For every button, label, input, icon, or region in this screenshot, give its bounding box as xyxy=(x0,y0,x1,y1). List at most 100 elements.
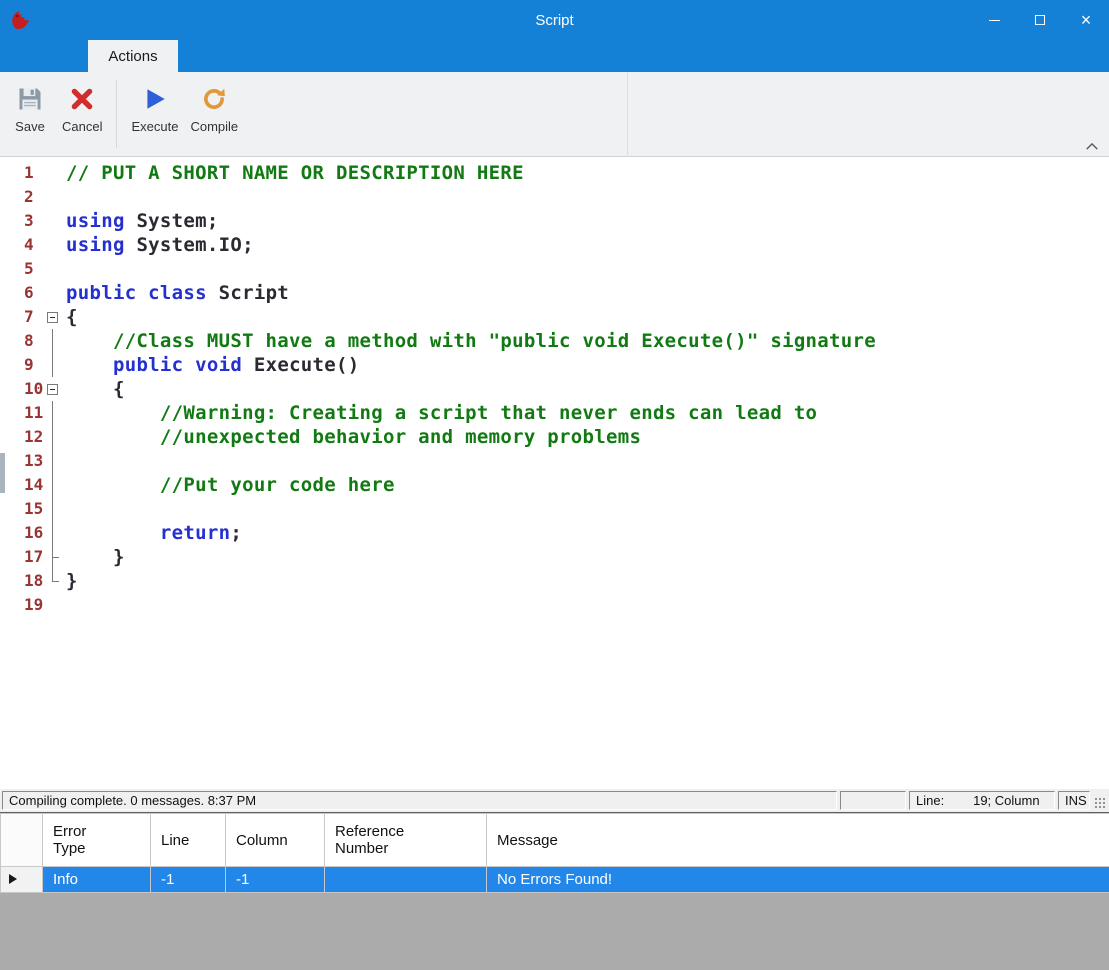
fold-margin xyxy=(44,401,62,425)
ribbon-group-separator xyxy=(627,72,628,155)
compile-button[interactable]: Compile xyxy=(184,72,244,156)
tab-actions[interactable]: Actions xyxy=(88,40,178,72)
code-text: public void Execute() xyxy=(62,353,360,377)
code-line[interactable]: 3 using System; xyxy=(0,209,1109,233)
code-line[interactable]: 9 public void Execute() xyxy=(0,353,1109,377)
code-line[interactable]: 15 xyxy=(0,497,1109,521)
code-line[interactable]: 10 { xyxy=(0,377,1109,401)
code-line[interactable]: 4using System.IO; xyxy=(0,233,1109,257)
line-number: 4 xyxy=(0,233,44,257)
line-number: 5 xyxy=(0,257,44,281)
grid-cell[interactable]: -1 xyxy=(226,867,325,893)
status-line-column: Line: 19; Column xyxy=(909,791,1055,810)
grid-header-cell[interactable]: Line xyxy=(151,814,226,867)
line-number: 7 xyxy=(0,305,44,329)
line-number: 3 xyxy=(0,209,44,233)
line-number: 8 xyxy=(0,329,44,353)
code-line[interactable]: 2 xyxy=(0,185,1109,209)
red-x-icon xyxy=(67,84,97,114)
fold-margin xyxy=(44,569,62,593)
fold-margin xyxy=(44,233,62,257)
code-text: } xyxy=(62,545,125,569)
caption-buttons: × xyxy=(971,0,1109,40)
code-editor[interactable]: 1// PUT A SHORT NAME OR DESCRIPTION HERE… xyxy=(0,157,1109,789)
grid-header-cell[interactable]: Message xyxy=(487,814,1109,867)
status-empty-panel xyxy=(840,791,906,810)
grid-header-cell[interactable]: Column xyxy=(226,814,325,867)
save-button[interactable]: Save xyxy=(4,72,56,156)
play-icon xyxy=(140,84,170,114)
code-line[interactable]: 1// PUT A SHORT NAME OR DESCRIPTION HERE xyxy=(0,161,1109,185)
code-text: { xyxy=(62,305,78,329)
error-grid: Error TypeLineColumnReference NumberMess… xyxy=(0,812,1109,970)
line-number: 15 xyxy=(0,497,44,521)
error-table: Error TypeLineColumnReference NumberMess… xyxy=(0,813,1109,893)
toolbar-separator xyxy=(116,80,117,148)
grid-header-cell[interactable]: Reference Number xyxy=(325,814,487,867)
minimize-icon[interactable] xyxy=(971,0,1017,40)
execute-button[interactable]: Execute xyxy=(125,72,184,156)
grid-cell[interactable]: Info xyxy=(43,867,151,893)
fold-margin xyxy=(44,329,62,353)
code-text: } xyxy=(62,569,78,593)
grid-corner-cell[interactable] xyxy=(1,814,43,867)
fold-margin xyxy=(44,185,62,209)
fold-collapse-icon[interactable] xyxy=(44,305,62,329)
line-number: 11 xyxy=(0,401,44,425)
ribbon-tab-band: Actions xyxy=(0,40,1109,72)
grid-cell[interactable]: -1 xyxy=(151,867,226,893)
execute-label: Execute xyxy=(131,119,178,134)
grid-header-cell[interactable]: Error Type xyxy=(43,814,151,867)
fold-margin xyxy=(44,497,62,521)
code-text xyxy=(62,593,66,617)
fold-margin xyxy=(44,161,62,185)
floppy-icon xyxy=(15,84,45,114)
line-number: 18 xyxy=(0,569,44,593)
code-text xyxy=(62,185,66,209)
fold-margin xyxy=(44,353,62,377)
app-window: Script × Actions Save xyxy=(0,0,1109,970)
code-line[interactable]: 7{ xyxy=(0,305,1109,329)
code-text: return; xyxy=(62,521,242,545)
collapse-ribbon-chevron-icon[interactable] xyxy=(1083,140,1101,152)
code-line[interactable]: 8 //Class MUST have a method with "publi… xyxy=(0,329,1109,353)
status-message: Compiling complete. 0 messages. 8:37 PM xyxy=(2,791,837,810)
code-line[interactable]: 6public class Script xyxy=(0,281,1109,305)
resize-grip[interactable] xyxy=(1093,791,1107,810)
code-line[interactable]: 16 return; xyxy=(0,521,1109,545)
rooster-logo-icon[interactable] xyxy=(8,7,34,33)
statusbar: Compiling complete. 0 messages. 8:37 PM … xyxy=(0,789,1109,812)
line-number: 2 xyxy=(0,185,44,209)
code-lines: 1// PUT A SHORT NAME OR DESCRIPTION HERE… xyxy=(0,161,1109,617)
code-line[interactable]: 5 xyxy=(0,257,1109,281)
code-line[interactable]: 11 //Warning: Creating a script that nev… xyxy=(0,401,1109,425)
code-line[interactable]: 19 xyxy=(0,593,1109,617)
fold-margin xyxy=(44,593,62,617)
fold-margin xyxy=(44,281,62,305)
code-line[interactable]: 12 //unexpected behavior and memory prob… xyxy=(0,425,1109,449)
code-line[interactable]: 17 } xyxy=(0,545,1109,569)
table-row[interactable]: Info-1-1No Errors Found! xyxy=(1,867,1109,893)
code-line[interactable]: 14 //Put your code here xyxy=(0,473,1109,497)
code-line[interactable]: 13 xyxy=(0,449,1109,473)
line-number: 17 xyxy=(0,545,44,569)
fold-collapse-icon[interactable] xyxy=(44,377,62,401)
fold-margin xyxy=(44,473,62,497)
code-text: //Class MUST have a method with "public … xyxy=(62,329,876,353)
compile-label: Compile xyxy=(190,119,238,134)
cancel-button[interactable]: Cancel xyxy=(56,72,108,156)
line-number: 9 xyxy=(0,353,44,377)
row-selector-cell[interactable] xyxy=(1,867,43,893)
line-number: 13 xyxy=(0,449,44,473)
code-line[interactable]: 18} xyxy=(0,569,1109,593)
maximize-icon[interactable] xyxy=(1017,0,1063,40)
line-number: 6 xyxy=(0,281,44,305)
fold-margin xyxy=(44,521,62,545)
code-text: //Put your code here xyxy=(62,473,395,497)
grid-cell[interactable] xyxy=(325,867,487,893)
close-icon[interactable]: × xyxy=(1063,0,1109,40)
fold-margin xyxy=(44,545,62,569)
code-text: using System; xyxy=(62,209,219,233)
line-number: 16 xyxy=(0,521,44,545)
grid-cell[interactable]: No Errors Found! xyxy=(487,867,1109,893)
